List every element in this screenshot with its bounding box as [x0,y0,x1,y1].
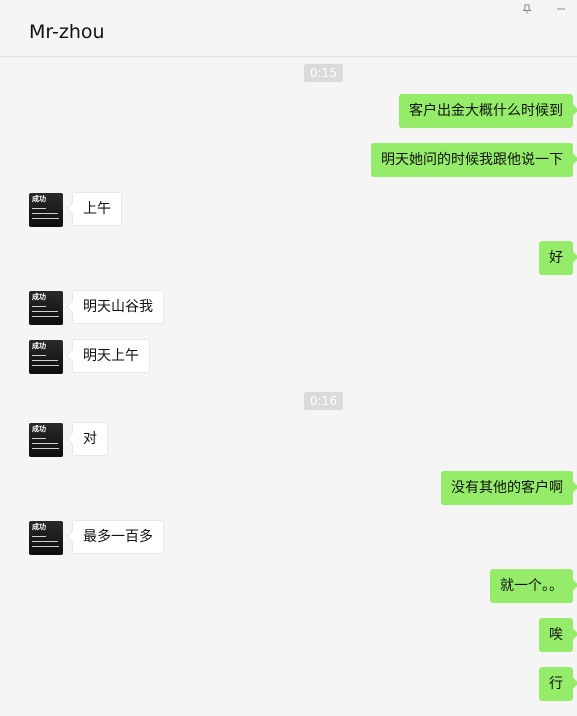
contact-avatar[interactable]: 成功 [29,521,63,555]
incoming-message[interactable]: 上午 [72,192,122,226]
timestamp: 0:15 [304,64,343,82]
contact-avatar[interactable]: 成功 [29,340,63,374]
contact-avatar[interactable]: 成功 [29,423,63,457]
avatar-text: 成功 [32,425,46,433]
minimize-button[interactable] [554,2,568,16]
avatar-detail-line [32,218,59,219]
avatar-detail-line [32,536,46,537]
avatar-detail-line [32,311,58,312]
contact-avatar[interactable]: 成功 [29,193,63,227]
incoming-message[interactable]: 明天山谷我 [72,290,164,324]
contact-name: Mr-zhou [29,21,105,43]
incoming-message[interactable]: 最多一百多 [72,520,164,554]
outgoing-message[interactable]: 明天她问的时候我跟他说一下 [371,143,573,177]
avatar-detail-line [32,541,58,542]
outgoing-message[interactable]: 唉 [539,618,573,652]
avatar-detail-line [32,360,58,361]
chat-window: Mr-zhou 0:15 客户出金大概什么时候到 明天她问的时候我跟他说一下 成… [0,0,577,716]
pin-icon [522,4,532,14]
avatar-detail-line [32,355,46,356]
outgoing-message[interactable]: 没有其他的客户啊 [441,471,573,505]
avatar-text: 成功 [32,195,46,203]
outgoing-message[interactable]: 客户出金大概什么时候到 [399,94,573,128]
outgoing-message[interactable]: 就一个。。 [490,569,573,603]
message-list[interactable]: 0:15 客户出金大概什么时候到 明天她问的时候我跟他说一下 成功 上午 好 成… [0,57,577,716]
avatar-detail-line [32,443,58,444]
contact-avatar[interactable]: 成功 [29,291,63,325]
outgoing-message[interactable]: 行 [539,667,573,701]
timestamp: 0:16 [304,392,343,410]
avatar-text: 成功 [32,523,46,531]
avatar-detail-line [32,365,59,366]
pin-button[interactable] [520,2,534,16]
incoming-message[interactable]: 明天上午 [72,339,150,373]
minimize-icon [556,4,566,14]
avatar-detail-line [32,448,59,449]
outgoing-message[interactable]: 好 [539,241,573,275]
avatar-text: 成功 [32,293,46,301]
avatar-detail-line [32,208,46,209]
avatar-detail-line [32,306,46,307]
avatar-text: 成功 [32,342,46,350]
avatar-detail-line [32,438,46,439]
incoming-message[interactable]: 对 [72,422,108,456]
avatar-detail-line [32,546,59,547]
avatar-detail-line [32,213,58,214]
chat-header: Mr-zhou [0,0,577,57]
avatar-detail-line [32,316,59,317]
